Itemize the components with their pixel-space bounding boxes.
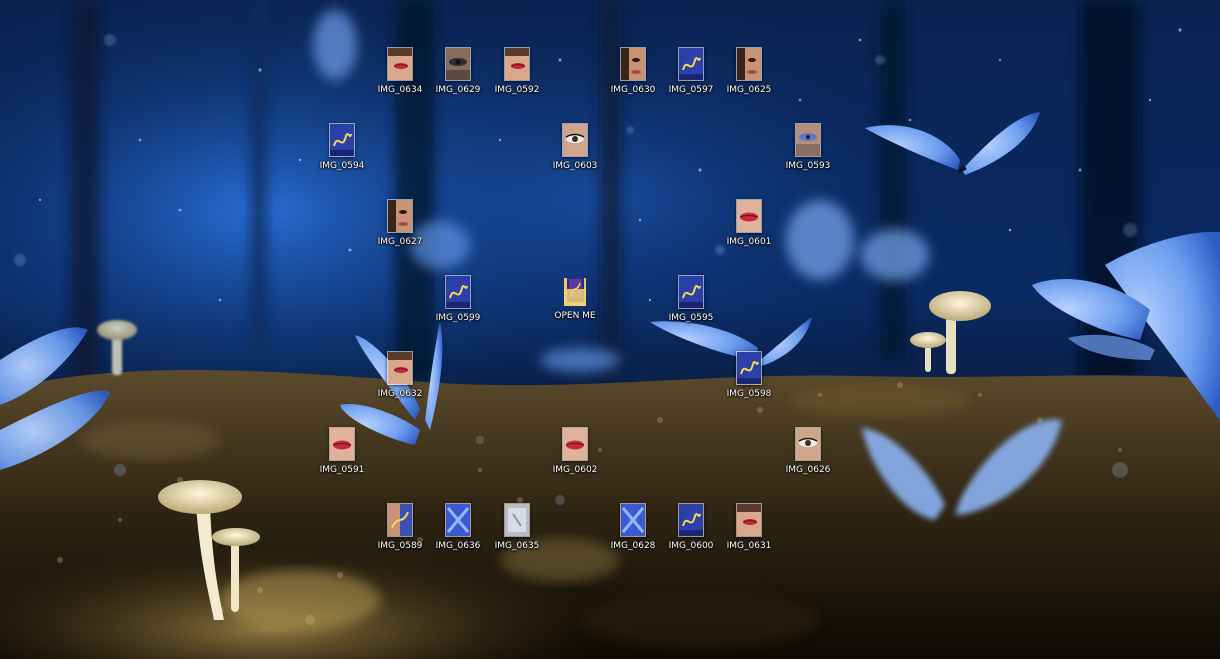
icon-label: IMG_0597 — [668, 85, 714, 95]
desktop-icon-img0625[interactable]: IMG_0625 — [711, 44, 787, 108]
image-thumbnail-icon — [562, 427, 588, 461]
icon-label: IMG_0628 — [610, 541, 656, 551]
icon-label: IMG_0592 — [494, 85, 540, 95]
icon-label: IMG_0591 — [319, 465, 365, 475]
desktop-icon-img0627[interactable]: IMG_0627 — [362, 196, 438, 260]
icon-label: IMG_0630 — [610, 85, 656, 95]
icon-label: IMG_0631 — [726, 541, 772, 551]
image-thumbnail-icon — [504, 47, 530, 81]
image-thumbnail-icon — [736, 199, 762, 233]
desktop-icon-img0594[interactable]: IMG_0594 — [304, 120, 380, 184]
icon-label: IMG_0598 — [726, 389, 772, 399]
icon-label: IMG_0594 — [319, 161, 365, 171]
image-thumbnail-icon — [329, 427, 355, 461]
desktop-icon-img0635[interactable]: IMG_0635 — [479, 500, 555, 564]
icon-label: IMG_0632 — [377, 389, 423, 399]
desktop-icon-img0602[interactable]: IMG_0602 — [537, 424, 613, 488]
desktop-icon-img0626[interactable]: IMG_0626 — [770, 424, 846, 488]
icon-label: IMG_0595 — [668, 313, 714, 323]
image-thumbnail-icon — [736, 503, 762, 537]
image-thumbnail-icon — [387, 503, 413, 537]
icon-label: IMG_0625 — [726, 85, 772, 95]
desktop-icon-img0591[interactable]: IMG_0591 — [304, 424, 380, 488]
icon-label: IMG_0635 — [494, 541, 540, 551]
image-thumbnail-icon — [562, 123, 588, 157]
desktop-icon-img0601[interactable]: IMG_0601 — [711, 196, 787, 260]
desktop-icon-img0631[interactable]: IMG_0631 — [711, 500, 787, 564]
icon-label: IMG_0602 — [552, 465, 598, 475]
image-thumbnail-icon — [678, 47, 704, 81]
icon-label: IMG_0626 — [785, 465, 831, 475]
image-thumbnail-icon — [445, 47, 471, 81]
icon-label: IMG_0599 — [435, 313, 481, 323]
image-thumbnail-icon — [329, 123, 355, 157]
image-thumbnail-icon — [736, 47, 762, 81]
image-thumbnail-icon — [620, 503, 646, 537]
desktop-icon-img0603[interactable]: IMG_0603 — [537, 120, 613, 184]
icon-label: IMG_0636 — [435, 541, 481, 551]
image-thumbnail-icon — [795, 427, 821, 461]
desktop-icon-img0595[interactable]: IMG_0595 — [653, 272, 729, 336]
desktop-icon-grid: IMG_0634 IMG_0629 IMG_0592 IMG_0630 IMG_… — [0, 0, 1220, 659]
image-thumbnail-icon — [445, 275, 471, 309]
desktop-icon-img0632[interactable]: IMG_0632 — [362, 348, 438, 412]
icon-label: IMG_0600 — [668, 541, 714, 551]
image-thumbnail-icon — [736, 351, 762, 385]
image-thumbnail-icon — [620, 47, 646, 81]
icon-label: IMG_0629 — [435, 85, 481, 95]
image-thumbnail-icon — [387, 47, 413, 81]
image-thumbnail-icon — [504, 503, 530, 537]
icon-label: IMG_0593 — [785, 161, 831, 171]
desktop-icon-open-me[interactable]: OPEN ME — [537, 272, 613, 336]
icon-label: IMG_0589 — [377, 541, 423, 551]
image-thumbnail-icon — [795, 123, 821, 157]
desktop-icon-img0599[interactable]: IMG_0599 — [420, 272, 496, 336]
icon-label: IMG_0601 — [726, 237, 772, 247]
desktop-icon-img0598[interactable]: IMG_0598 — [711, 348, 787, 412]
image-thumbnail-icon — [387, 199, 413, 233]
folder-icon — [563, 275, 587, 307]
image-thumbnail-icon — [387, 351, 413, 385]
image-thumbnail-icon — [678, 503, 704, 537]
icon-label: IMG_0603 — [552, 161, 598, 171]
image-thumbnail-icon — [445, 503, 471, 537]
icon-label: OPEN ME — [554, 311, 596, 321]
image-thumbnail-icon — [678, 275, 704, 309]
desktop-icon-img0592[interactable]: IMG_0592 — [479, 44, 555, 108]
desktop-icon-img0593[interactable]: IMG_0593 — [770, 120, 846, 184]
icon-label: IMG_0627 — [377, 237, 423, 247]
icon-label: IMG_0634 — [377, 85, 423, 95]
